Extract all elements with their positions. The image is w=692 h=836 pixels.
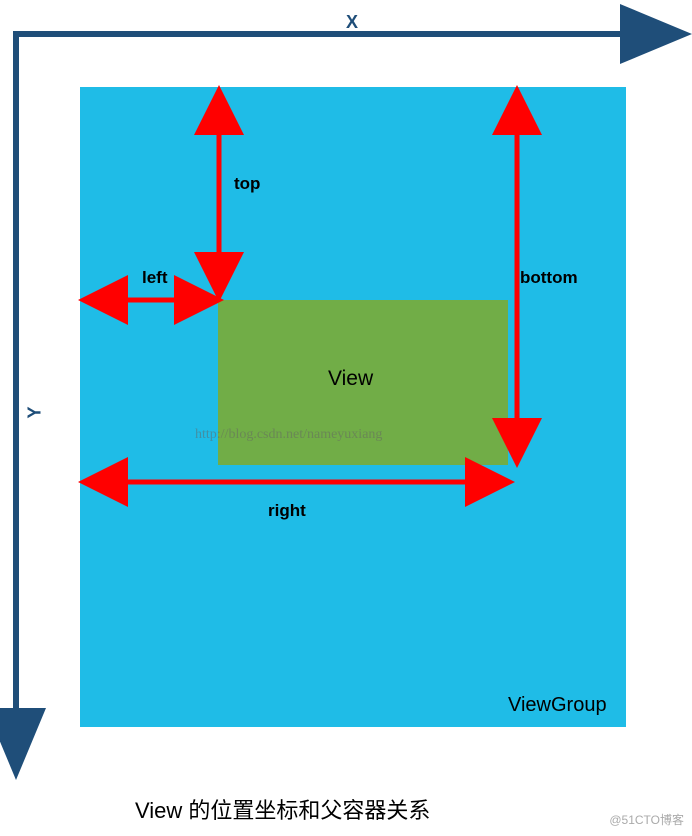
bottom-label: bottom (520, 268, 578, 288)
left-label: left (142, 268, 168, 288)
coordinate-diagram: X Y top left right bottom View ViewGroup… (0, 0, 692, 836)
view-label: View (328, 367, 373, 391)
right-label: right (268, 501, 306, 521)
x-axis-label: X (346, 12, 358, 33)
site-watermark: @51CTO博客 (609, 811, 684, 828)
viewgroup-label: ViewGroup (508, 694, 607, 717)
watermark-url: http://blog.csdn.net/nameyuxiang (195, 427, 382, 443)
diagram-caption: View 的位置坐标和父容器关系 (135, 793, 430, 825)
top-label: top (234, 174, 260, 194)
y-axis-label: Y (25, 406, 46, 418)
